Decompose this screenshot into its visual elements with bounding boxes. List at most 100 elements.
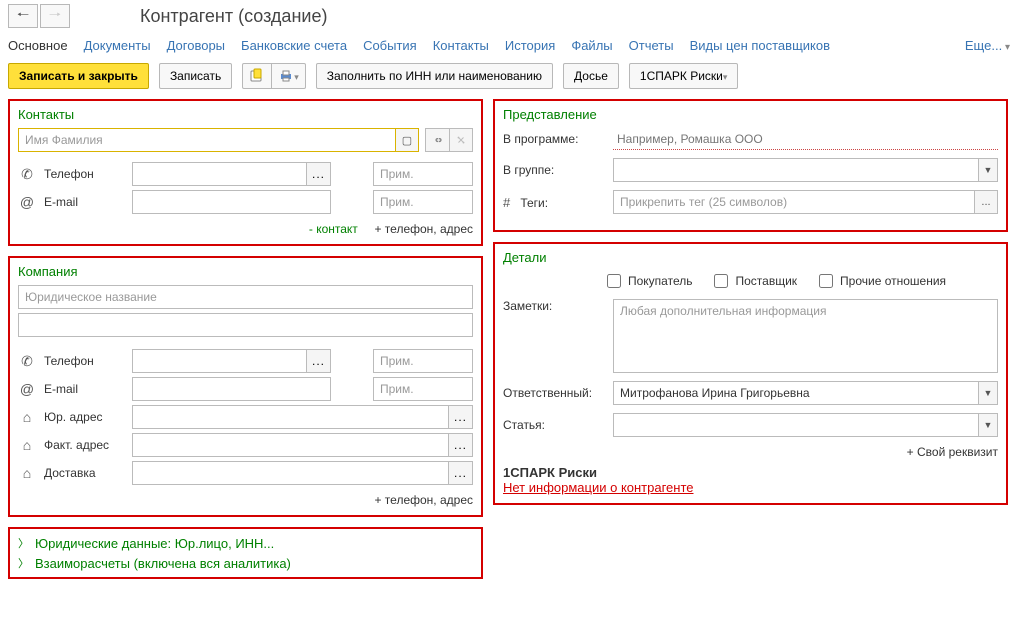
tab-documents[interactable]: Документы — [84, 38, 151, 53]
add-phone-address-link[interactable]: + телефон, адрес — [374, 222, 473, 236]
chevron-right-icon: 〉 — [18, 555, 29, 571]
tab-contracts[interactable]: Договоры — [167, 38, 225, 53]
company-title: Компания — [18, 264, 473, 279]
contact-phone-input[interactable] — [132, 162, 307, 186]
presentation-section: Представление В программе: В группе: ▼ #… — [493, 99, 1008, 232]
tags-more-button[interactable]: ... — [974, 190, 998, 214]
contact-email-label: E-mail — [44, 195, 124, 209]
phone-icon: ✆ — [18, 166, 36, 183]
tab-files[interactable]: Файлы — [571, 38, 612, 53]
article-dropdown-button[interactable]: ▼ — [978, 413, 998, 437]
chevron-right-icon: 〉 — [18, 535, 29, 551]
company-delivery-label: Доставка — [44, 466, 124, 480]
company-delivery-more-button[interactable]: ... — [449, 461, 473, 485]
save-button[interactable]: Записать — [159, 63, 232, 89]
company-email-note-input[interactable] — [373, 377, 473, 401]
details-section: Детали Покупатель Поставщик Прочие отнош… — [493, 242, 1008, 505]
link-icon — [432, 132, 443, 148]
house-icon: ⌂ — [18, 409, 36, 425]
contact-phone-label: Телефон — [44, 167, 124, 181]
tab-history[interactable]: История — [505, 38, 555, 53]
contact-phone-more-button[interactable]: ... — [307, 162, 331, 186]
notes-textarea[interactable] — [613, 299, 998, 373]
tab-reports[interactable]: Отчеты — [629, 38, 674, 53]
responsible-label: Ответственный: — [503, 386, 613, 400]
article-select-value[interactable] — [613, 413, 978, 437]
company-delivery-input[interactable] — [132, 461, 449, 485]
house-icon: ⌂ — [18, 465, 36, 481]
contact-link-button[interactable] — [425, 128, 449, 152]
tab-main[interactable]: Основное — [8, 38, 68, 53]
company-legal-name-input[interactable] — [18, 285, 473, 309]
attachment-icon — [249, 68, 265, 84]
mutual-settlements-expander[interactable]: 〉 Взаиморасчеты (включена вся аналитика) — [18, 553, 473, 573]
contact-unlink-button[interactable] — [449, 128, 473, 152]
responsible-dropdown-button[interactable]: ▼ — [978, 381, 998, 405]
toolbar: Записать и закрыть Записать Заполнить по… — [8, 63, 1010, 89]
add-own-property-link[interactable]: + Свой реквизит — [503, 445, 998, 459]
tabs-row: Основное Документы Договоры Банковские с… — [8, 34, 1010, 63]
supplier-checkbox[interactable]: Поставщик — [710, 271, 797, 291]
email-icon: @ — [18, 381, 36, 397]
fill-by-inn-button[interactable]: Заполнить по ИНН или наименованию — [316, 63, 553, 89]
print-button[interactable] — [272, 63, 306, 89]
company-phone-input[interactable] — [132, 349, 307, 373]
in-group-select-value[interactable] — [613, 158, 978, 182]
spark-risks-button[interactable]: 1СПАРК Риски — [629, 63, 739, 89]
tab-events[interactable]: События — [363, 38, 417, 53]
notes-label: Заметки: — [503, 299, 613, 313]
company-phone-note-input[interactable] — [373, 349, 473, 373]
details-title: Детали — [503, 250, 998, 265]
company-actual-addr-label: Факт. адрес — [44, 438, 124, 452]
in-group-dropdown-button[interactable]: ▼ — [978, 158, 998, 182]
phone-icon: ✆ — [18, 353, 36, 370]
in-program-input[interactable] — [613, 128, 998, 150]
forward-button[interactable]: 🠒 — [40, 4, 70, 28]
company-legal-addr-label: Юр. адрес — [44, 410, 124, 424]
company-legal-addr-more-button[interactable]: ... — [449, 405, 473, 429]
contact-phone-note-input[interactable] — [373, 162, 473, 186]
in-group-label: В группе: — [503, 163, 613, 177]
company-legal-addr-input[interactable] — [132, 405, 449, 429]
contacts-title: Контакты — [18, 107, 473, 122]
contact-email-note-input[interactable] — [373, 190, 473, 214]
company-email-input[interactable] — [132, 377, 331, 401]
company-add-phone-address-link[interactable]: + телефон, адрес — [374, 493, 473, 507]
other-relations-checkbox[interactable]: Прочие отношения — [815, 271, 946, 291]
article-label: Статья: — [503, 418, 613, 432]
remove-contact-link[interactable]: - контакт — [309, 222, 358, 236]
presentation-title: Представление — [503, 107, 998, 122]
contacts-section: Контакты ▢ — [8, 99, 483, 246]
company-phone-more-button[interactable]: ... — [307, 349, 331, 373]
in-program-label: В программе: — [503, 132, 613, 146]
contact-name-open-button[interactable]: ▢ — [395, 128, 419, 152]
hash-icon: # — [503, 195, 517, 210]
tags-input[interactable] — [613, 190, 974, 214]
expanders-section: 〉 Юридические данные: Юр.лицо, ИНН... 〉 … — [8, 527, 483, 579]
buyer-checkbox[interactable]: Покупатель — [603, 271, 692, 291]
attach-button[interactable] — [242, 63, 272, 89]
unlink-icon — [456, 132, 466, 148]
legal-data-expander[interactable]: 〉 Юридические данные: Юр.лицо, ИНН... — [18, 533, 473, 553]
tab-more[interactable]: Еще... — [965, 38, 1010, 53]
spark-no-info-link[interactable]: Нет информации о контрагенте — [503, 480, 998, 495]
save-close-button[interactable]: Записать и закрыть — [8, 63, 149, 89]
printer-icon — [278, 68, 294, 84]
company-phone-label: Телефон — [44, 354, 124, 368]
tab-bank-accounts[interactable]: Банковские счета — [241, 38, 347, 53]
dossier-button[interactable]: Досье — [563, 63, 619, 89]
back-button[interactable]: 🠐 — [8, 4, 38, 28]
company-extra-input[interactable] — [18, 313, 473, 337]
company-actual-addr-more-button[interactable]: ... — [449, 433, 473, 457]
email-icon: @ — [18, 194, 36, 210]
contact-name-input[interactable] — [18, 128, 395, 152]
tab-supplier-prices[interactable]: Виды цен поставщиков — [690, 38, 830, 53]
contact-email-input[interactable] — [132, 190, 331, 214]
responsible-select-value[interactable]: Митрофанова Ирина Григорьевна — [613, 381, 978, 405]
tab-contacts[interactable]: Контакты — [433, 38, 489, 53]
page-title: Контрагент (создание) — [140, 6, 327, 27]
tags-label: Теги: — [520, 196, 548, 210]
company-actual-addr-input[interactable] — [132, 433, 449, 457]
company-section: Компания ✆ Телефон ... @ E-mail ⌂ — [8, 256, 483, 517]
spark-risks-title: 1СПАРК Риски — [503, 465, 998, 480]
